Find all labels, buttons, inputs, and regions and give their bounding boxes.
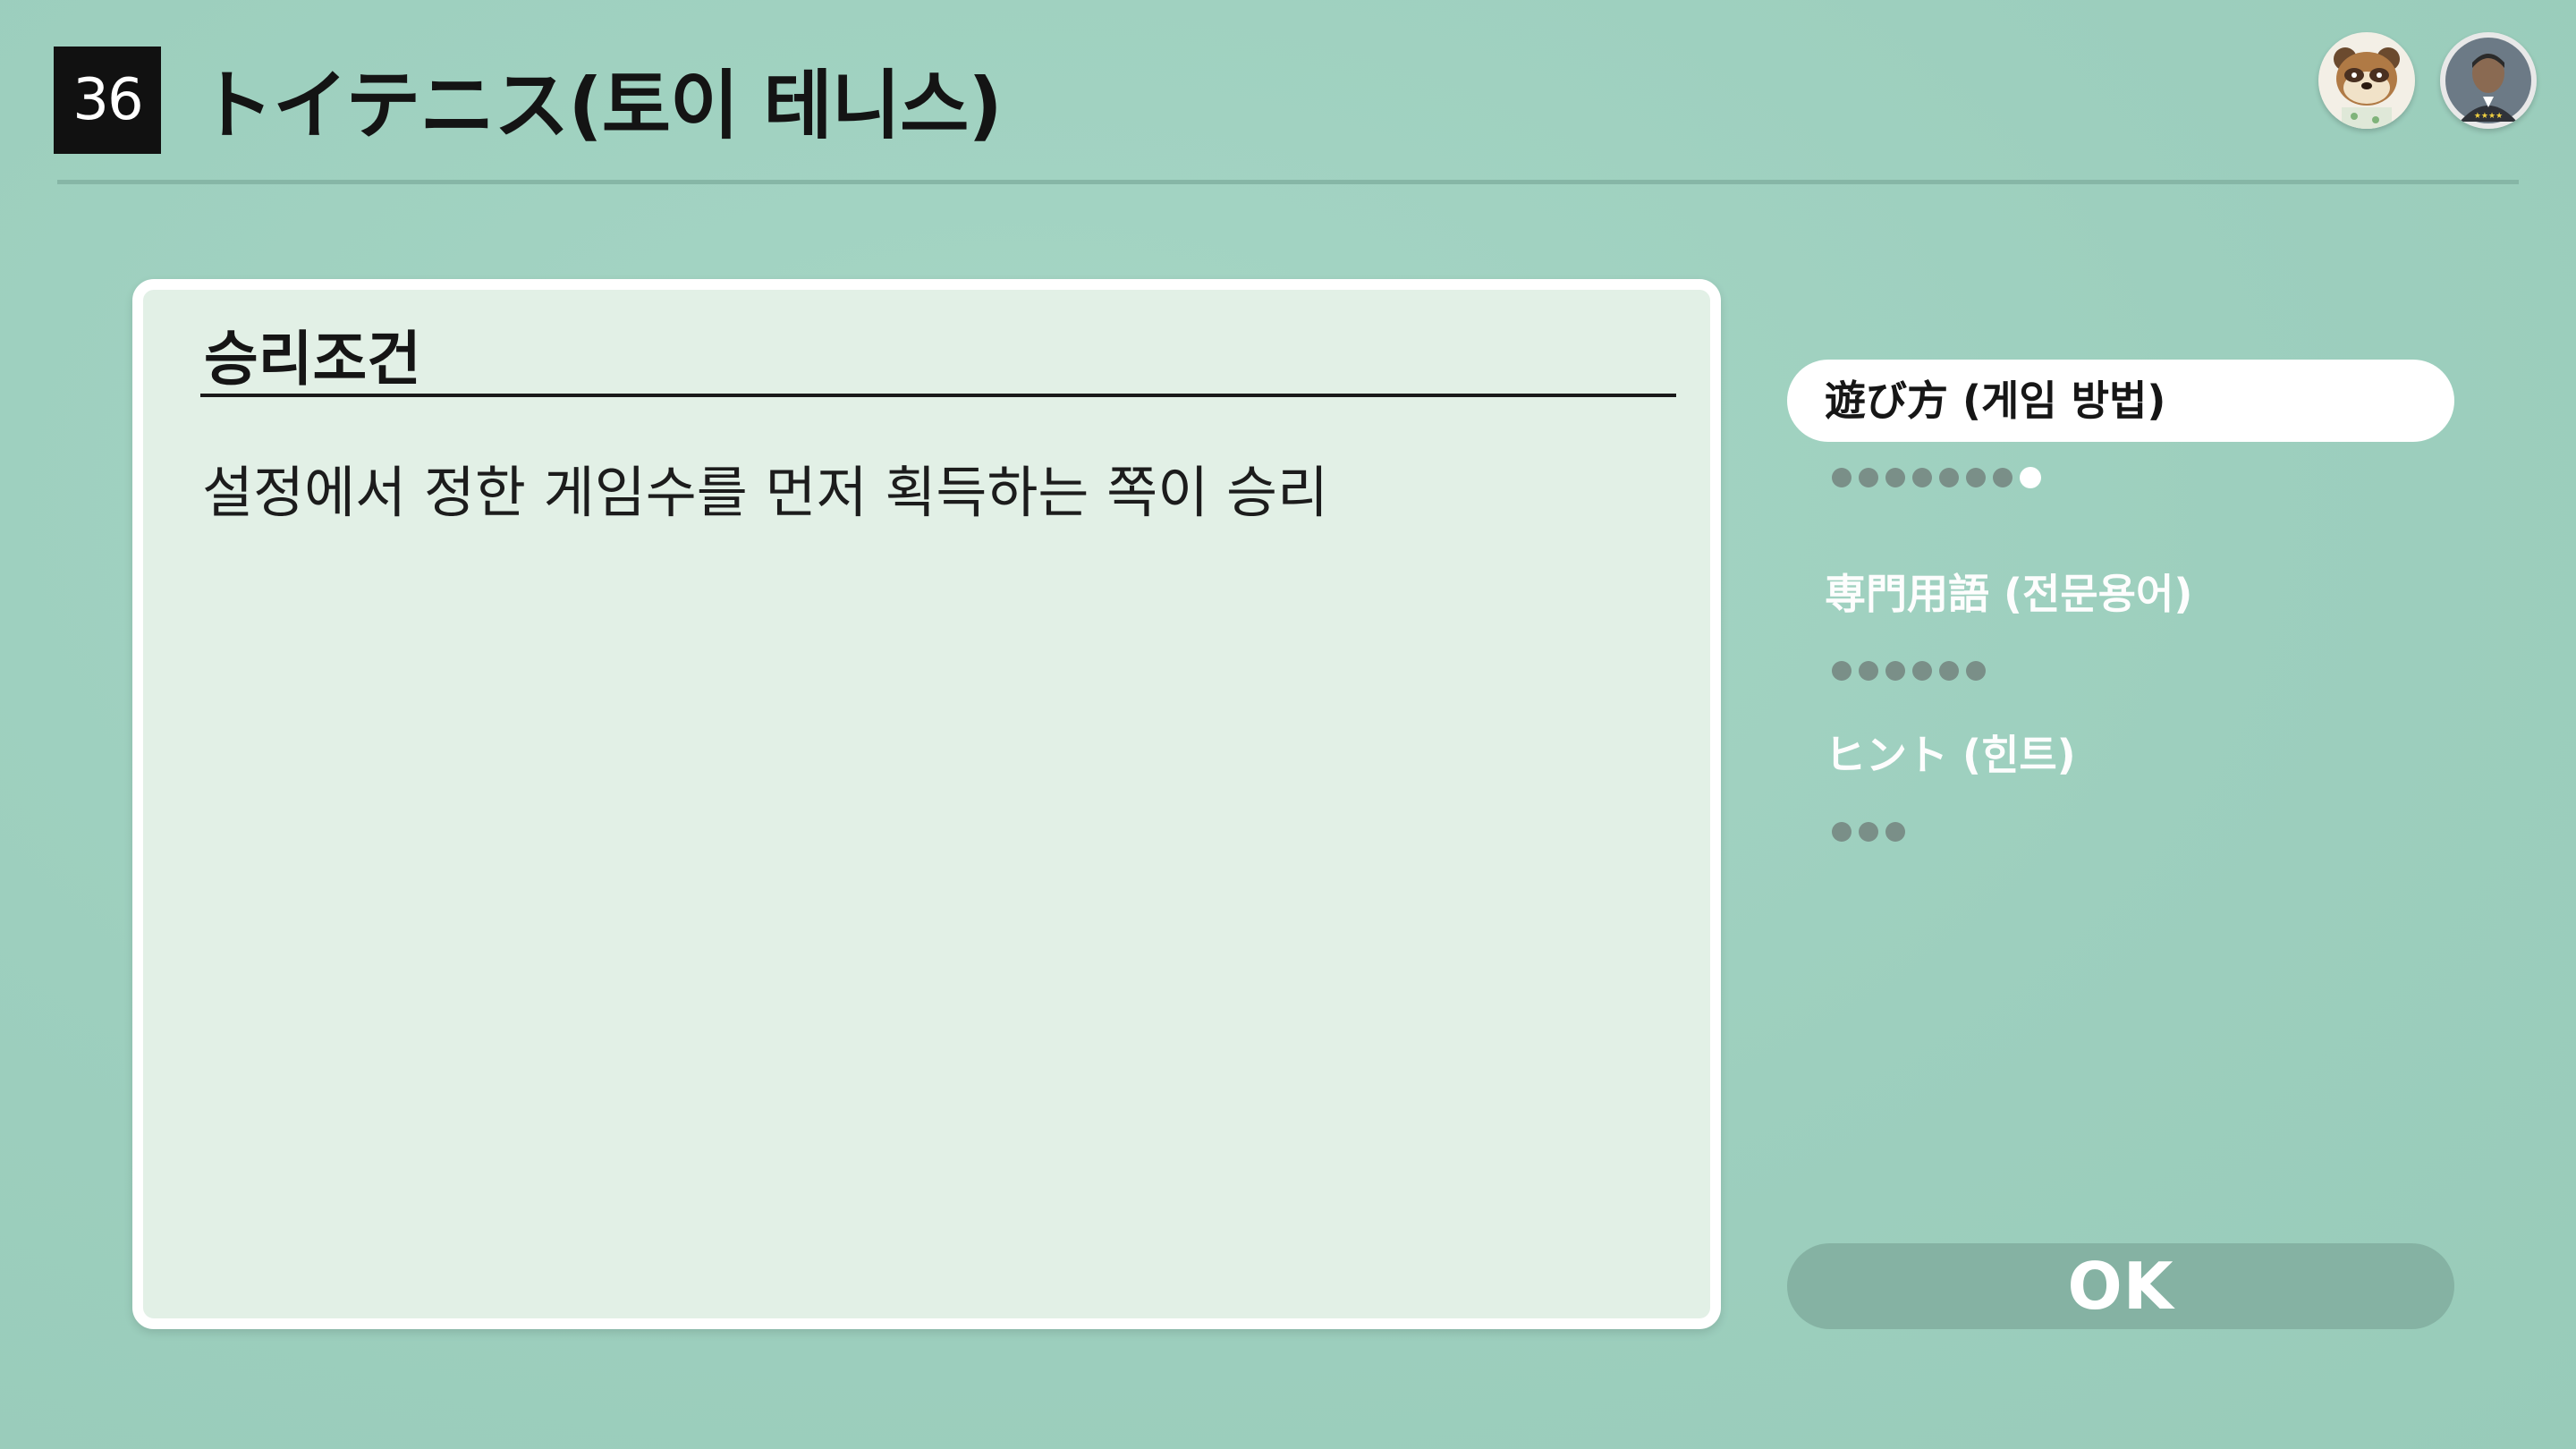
menu-item-label: 遊び方 (게임 방법) [1787,360,2454,442]
page-indicator [1787,653,2454,689]
page-dot [1885,822,1905,842]
game-number-badge: 36 [54,47,161,154]
page-dot [1859,468,1878,487]
game-title: トイテニス(토이 테니스) [199,62,1003,149]
page-indicator [1787,460,2454,496]
page-dot [1859,661,1878,681]
page-dot [1966,661,1986,681]
header-divider [57,180,2519,184]
rules-panel: 승리조건 설정에서 정한 게임수를 먼저 획득하는 쪽이 승리 [132,279,1721,1329]
ok-button[interactable]: OK [1787,1243,2454,1329]
page-dot [1993,468,2012,487]
menu-item-how-to-play[interactable]: 遊び方 (게임 방법) [1787,360,2454,496]
player-avatar-icon[interactable]: ★★★★ [2440,32,2537,129]
rules-heading: 승리조건 [204,325,421,394]
page-dot [1912,468,1932,487]
page-dot [1885,661,1905,681]
svg-text:★★★★: ★★★★ [2474,112,2503,121]
page-dot-current [2020,467,2041,488]
page-dot [1832,468,1852,487]
page-dot [1832,822,1852,842]
page-dot [1832,661,1852,681]
tanuki-character-icon[interactable] [2318,32,2415,129]
menu-item-label: ヒント (힌트) [1825,731,2076,779]
page-dot [1966,468,1986,487]
rules-heading-divider [200,394,1676,397]
page-dot [1939,468,1959,487]
page-dot [1885,468,1905,487]
page-dot [1859,822,1878,842]
menu-item-hints[interactable]: ヒント (힌트) [1787,714,2454,850]
menu-item-label: 専門用語 (전문용어) [1825,570,2193,618]
page-dot [1912,661,1932,681]
page-dot [1939,661,1959,681]
rules-text: 설정에서 정한 게임수를 먼저 획득하는 쪽이 승리 [202,460,1329,525]
menu-item-glossary[interactable]: 専門用語 (전문용어) [1787,553,2454,689]
page-indicator [1787,814,2454,850]
